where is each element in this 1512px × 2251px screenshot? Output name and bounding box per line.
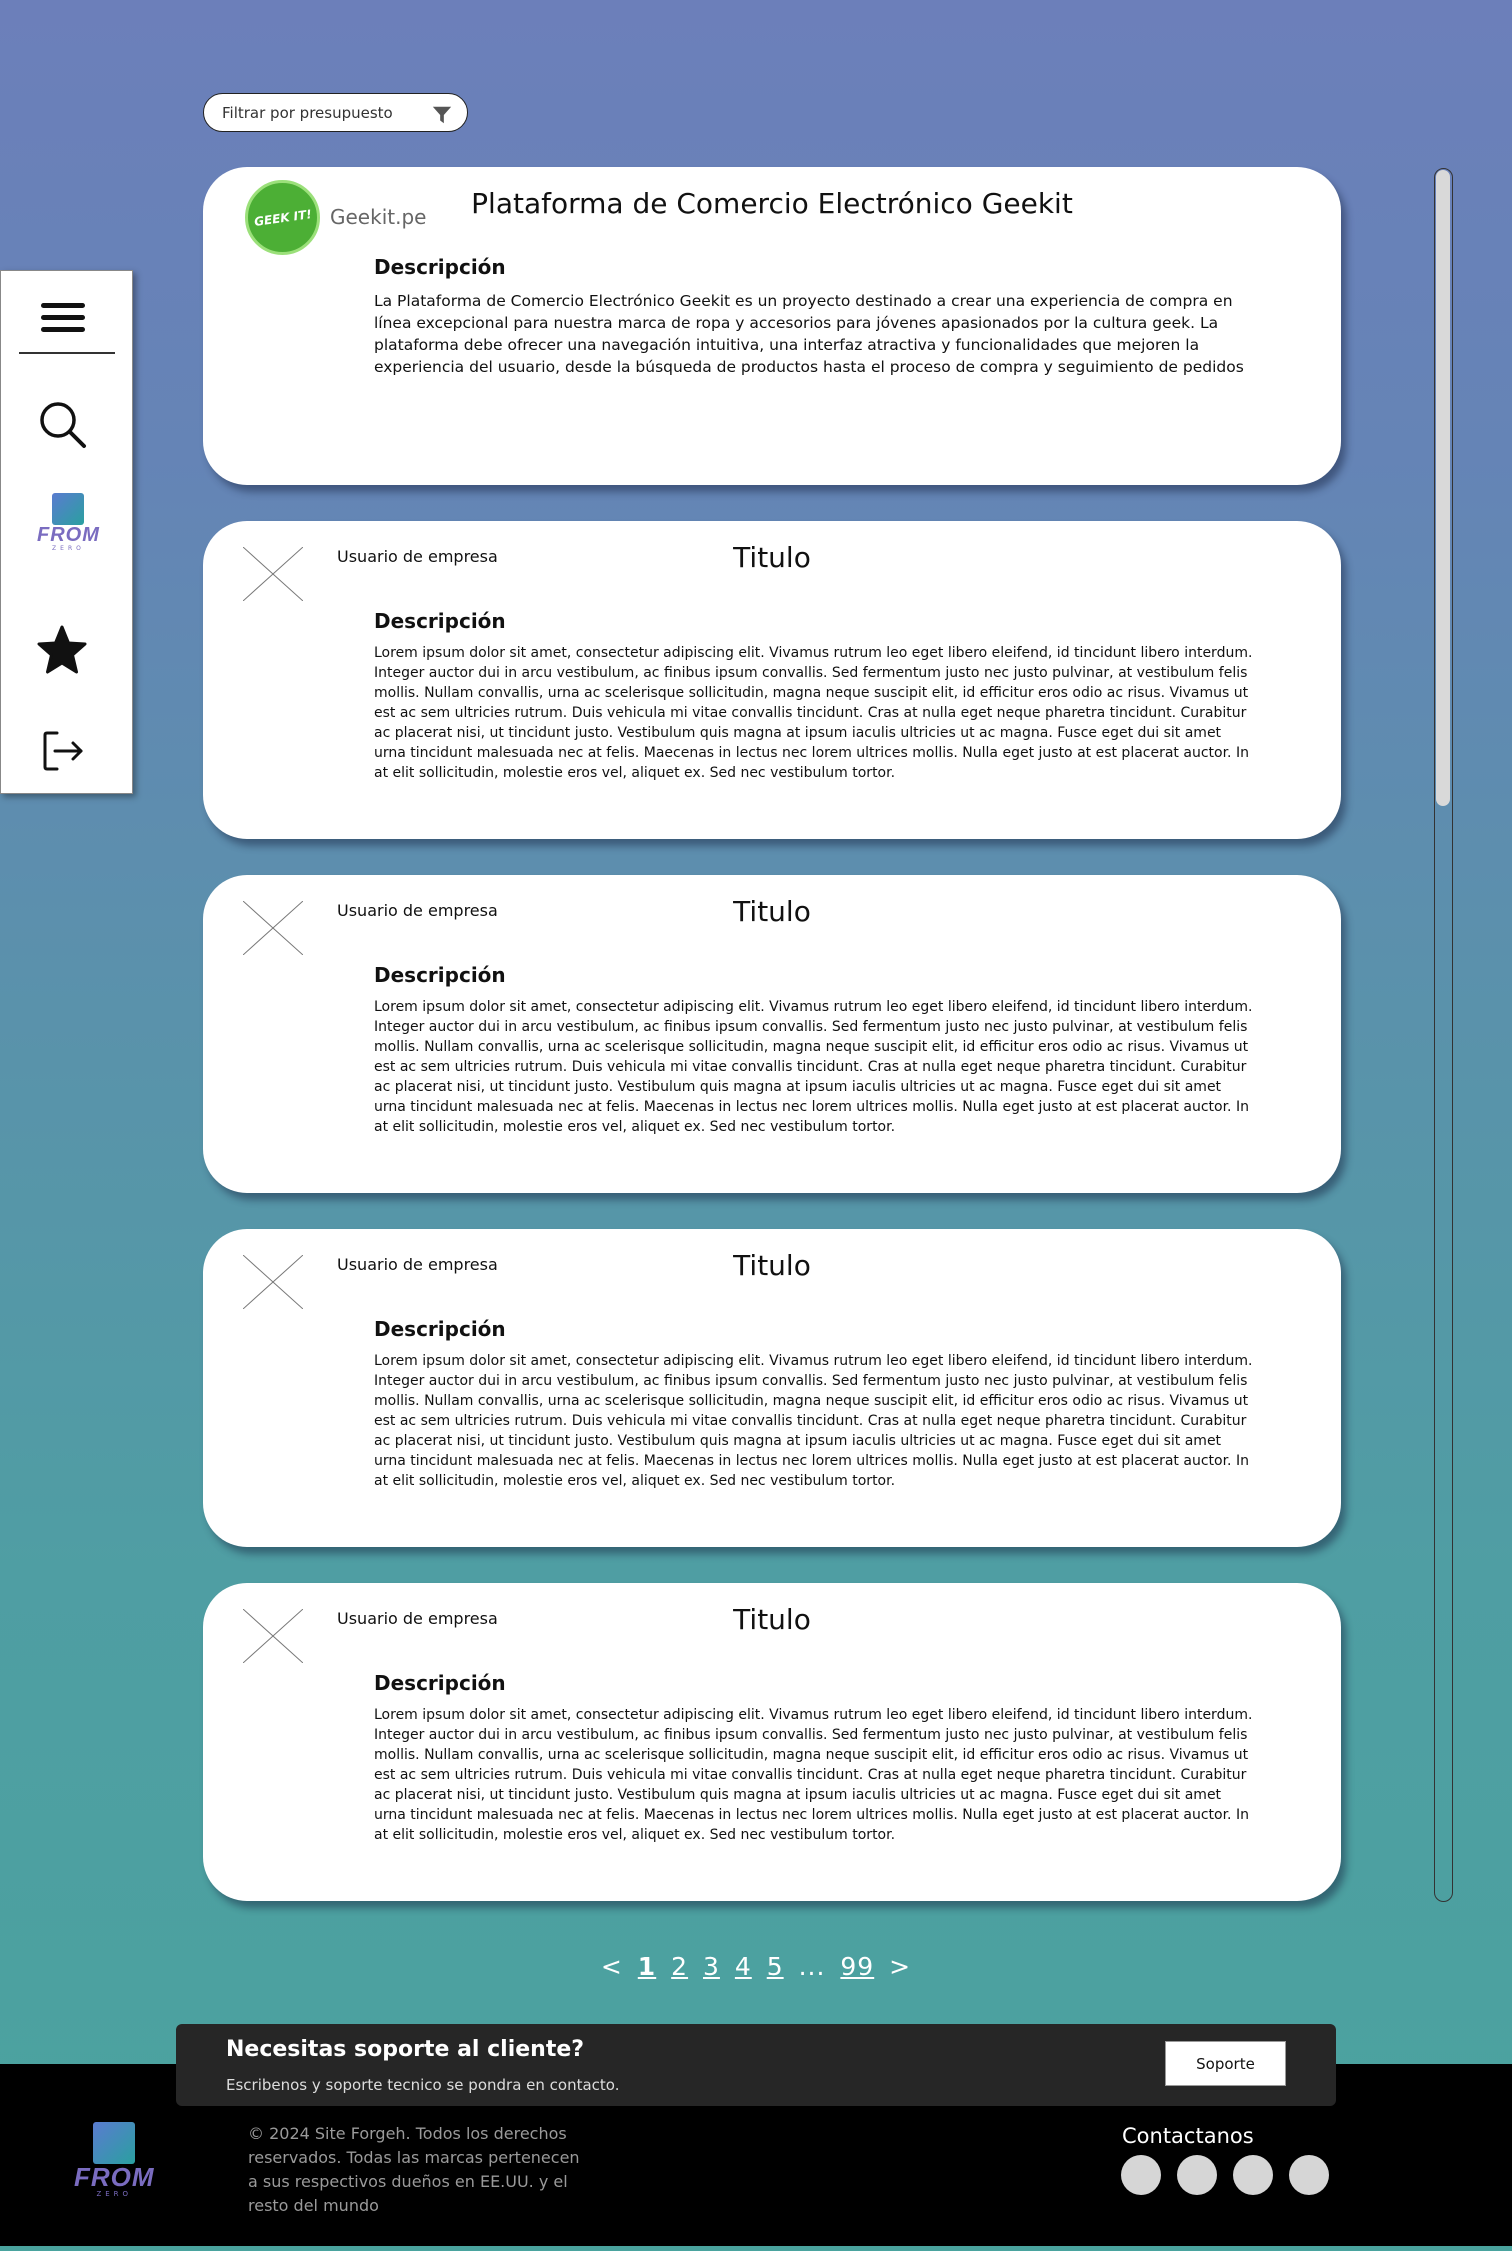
- description-heading: Descripción: [374, 1671, 506, 1695]
- page-link-99[interactable]: 99: [840, 1952, 874, 1981]
- pagination: < 1 2 3 4 5 ... 99 >: [0, 1952, 1512, 1981]
- card-title: Plataforma de Comercio Electrónico Geeki…: [471, 187, 1073, 220]
- budget-filter[interactable]: Filtrar por presupuesto: [203, 93, 468, 132]
- card-description: Lorem ipsum dolor sit amet, consectetur …: [374, 1707, 1253, 1843]
- social-link-1[interactable]: [1121, 2155, 1161, 2195]
- social-link-4[interactable]: [1289, 2155, 1329, 2195]
- social-link-3[interactable]: [1233, 2155, 1273, 2195]
- page-link-3[interactable]: 3: [703, 1952, 720, 1981]
- page-link-4[interactable]: 4: [735, 1952, 752, 1981]
- project-card[interactable]: Usuario de empresa Titulo Descripción Lo…: [203, 875, 1341, 1193]
- card-description: La Plataforma de Comercio Electrónico Ge…: [374, 292, 1244, 376]
- prev-page-button[interactable]: <: [601, 1952, 623, 1981]
- card-title: Titulo: [733, 895, 811, 928]
- card-title: Titulo: [733, 1249, 811, 1282]
- side-nav: FROM ZERO: [0, 270, 133, 794]
- social-link-2[interactable]: [1177, 2155, 1217, 2195]
- card-title: Titulo: [733, 1603, 811, 1636]
- project-card[interactable]: Usuario de empresa Titulo Descripción Lo…: [203, 521, 1341, 839]
- page-link-2[interactable]: 2: [671, 1952, 688, 1981]
- support-banner: Necesitas soporte al cliente? Escribenos…: [176, 2024, 1336, 2106]
- project-card[interactable]: GEEK IT! Geekit.pe Plataforma de Comerci…: [203, 167, 1341, 485]
- support-heading: Necesitas soporte al cliente?: [226, 2037, 585, 2062]
- logout-icon[interactable]: [35, 723, 91, 779]
- search-icon[interactable]: [35, 397, 91, 453]
- star-icon[interactable]: [34, 623, 90, 679]
- project-card[interactable]: Usuario de empresa Titulo Descripción Lo…: [203, 1229, 1341, 1547]
- description-heading: Descripción: [374, 1317, 506, 1341]
- page-link-1[interactable]: 1: [638, 1952, 656, 1981]
- contact-heading: Contactanos: [1122, 2124, 1254, 2148]
- project-card[interactable]: Usuario de empresa Titulo Descripción Lo…: [203, 1583, 1341, 1901]
- pagination-ellipsis: ...: [798, 1952, 826, 1981]
- next-page-button[interactable]: >: [889, 1952, 911, 1981]
- scrollbar-track[interactable]: [1434, 168, 1453, 1902]
- funnel-icon[interactable]: [431, 104, 453, 126]
- scrollbar-thumb[interactable]: [1436, 170, 1450, 806]
- card-description: Lorem ipsum dolor sit amet, consectetur …: [374, 1353, 1253, 1489]
- sidenav-divider: [19, 352, 115, 354]
- bottom-accent-line: [0, 2246, 1512, 2251]
- card-description: Lorem ipsum dolor sit amet, consectetur …: [374, 645, 1253, 781]
- from-zero-logo[interactable]: FROM ZERO: [37, 493, 100, 552]
- support-button[interactable]: Soporte: [1165, 2041, 1286, 2086]
- page-link-5[interactable]: 5: [767, 1952, 784, 1981]
- card-description: Lorem ipsum dolor sit amet, consectetur …: [374, 999, 1253, 1135]
- description-heading: Descripción: [374, 609, 506, 633]
- budget-filter-label: Filtrar por presupuesto: [222, 103, 393, 122]
- hamburger-icon[interactable]: [35, 289, 91, 345]
- card-title: Titulo: [733, 541, 811, 574]
- support-text: Escribenos y soporte tecnico se pondra e…: [226, 2076, 620, 2094]
- description-heading: Descripción: [374, 255, 506, 279]
- description-heading: Descripción: [374, 963, 506, 987]
- copyright-text: © 2024 Site Forgeh. Todos los derechos r…: [248, 2124, 580, 2215]
- footer-from-zero-logo[interactable]: FROM ZERO: [74, 2122, 155, 2198]
